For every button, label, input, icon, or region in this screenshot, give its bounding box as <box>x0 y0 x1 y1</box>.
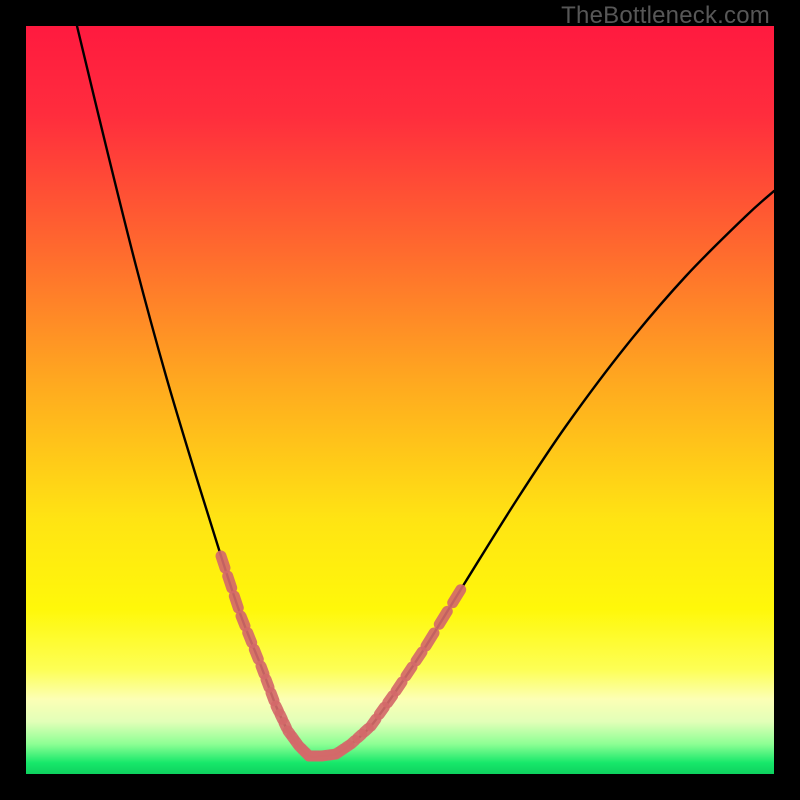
right-ascent-marks <box>371 719 376 726</box>
left-descent-marks <box>266 679 269 687</box>
right-ascent-marks <box>426 633 434 646</box>
left-descent-marks <box>271 693 274 701</box>
left-descent-marks <box>254 649 258 659</box>
right-ascent-marks <box>379 707 384 714</box>
left-descent-marks <box>234 596 238 608</box>
left-descent-marks <box>221 556 225 568</box>
highlight-marks <box>221 556 461 756</box>
right-ascent-marks <box>396 682 402 691</box>
right-ascent-marks <box>416 652 422 661</box>
right-ascent-marks <box>388 696 393 703</box>
right-ascent-marks <box>439 611 447 624</box>
plot-frame <box>26 26 774 774</box>
left-descent-marks <box>248 633 252 643</box>
watermark-text: TheBottleneck.com <box>561 2 770 30</box>
right-ascent-marks <box>406 667 412 676</box>
left-descent-marks <box>261 666 264 674</box>
right-ascent-marks <box>453 590 461 603</box>
left-descent-marks <box>228 576 232 588</box>
left-descent-marks <box>241 616 245 626</box>
bottleneck-curve-layer <box>26 26 774 774</box>
